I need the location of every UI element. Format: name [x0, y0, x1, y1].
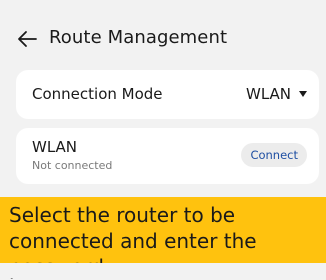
- connection-mode-row[interactable]: Connection Mode WLAN: [16, 70, 319, 119]
- connection-mode-label: Connection Mode: [32, 85, 163, 103]
- instruction-banner: Select the router to be connected and en…: [0, 197, 326, 279]
- page-header: Route Management: [0, 0, 326, 78]
- connection-mode-select[interactable]: WLAN: [246, 85, 307, 103]
- wlan-row: WLAN Not connected Connect: [16, 128, 319, 184]
- connection-mode-value: WLAN: [245, 85, 291, 103]
- wlan-name: WLAN: [32, 138, 78, 156]
- page-title: Route Management: [49, 27, 228, 48]
- arrow-left-icon[interactable]: [16, 28, 38, 50]
- bottom-spacer: [0, 263, 326, 278]
- connect-button[interactable]: Connect: [241, 143, 307, 167]
- caret-down-icon: [299, 91, 307, 97]
- wlan-status: Not connected: [32, 159, 113, 172]
